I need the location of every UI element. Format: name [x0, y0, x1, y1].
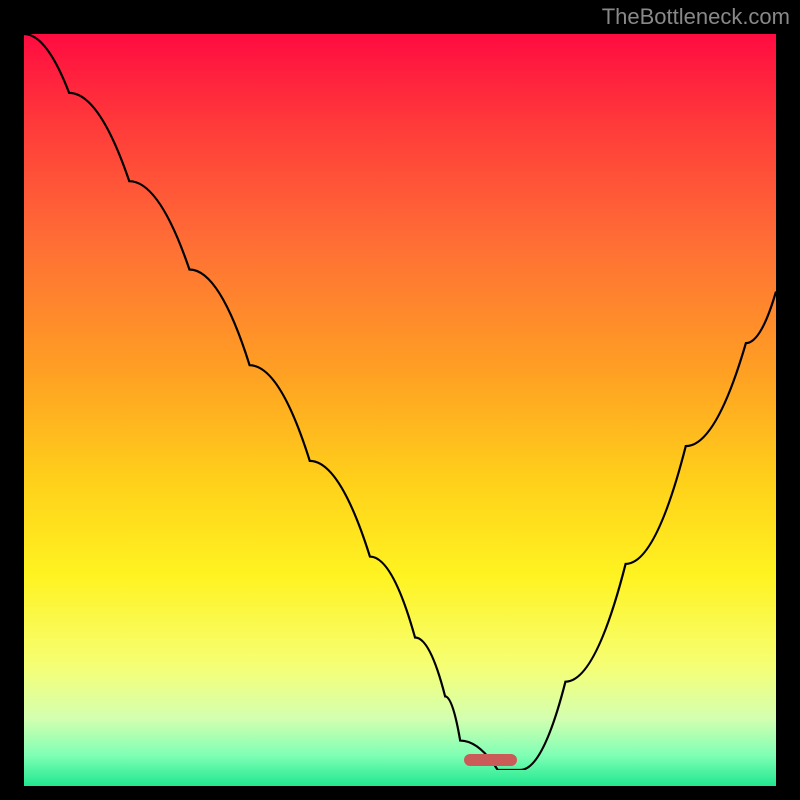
curve-path — [24, 34, 776, 770]
bottleneck-curve — [24, 34, 776, 770]
plot-area — [24, 34, 776, 770]
optimal-marker — [464, 754, 517, 766]
watermark-text: TheBottleneck.com — [602, 4, 790, 30]
chart-container: TheBottleneck.com — [0, 0, 800, 800]
